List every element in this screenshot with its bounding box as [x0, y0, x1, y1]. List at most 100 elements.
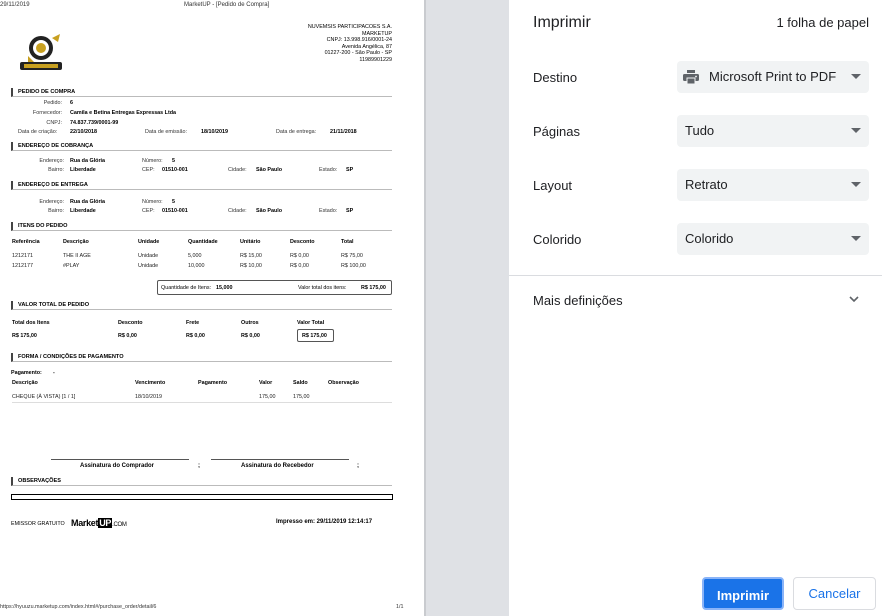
billing-numero-label: Número: [142, 158, 163, 164]
delivery-estado-value: SP [346, 208, 354, 214]
items-cell: THE II AGE [63, 253, 91, 259]
items-cell: 5,000 [188, 253, 202, 259]
totals-value: R$ 0,00 [241, 333, 260, 339]
signature-separator: ; [198, 463, 200, 469]
section-billing: ENDEREÇO DE COBRANÇA [11, 142, 392, 151]
grand-total-value: R$ 175,00 [302, 333, 327, 339]
items-cell: R$ 10,00 [240, 263, 262, 269]
page-header-title: MarketUP - [Pedido de Compra] [184, 2, 270, 8]
totals-header: Valor Total [297, 320, 325, 326]
cnpj-value: 74.837.739/0001-99 [70, 120, 119, 126]
items-total-label: Valor total dos itens: [298, 285, 347, 291]
totals-value: R$ 0,00 [118, 333, 137, 339]
company-city: 01227-200 - São Paulo - SP [324, 50, 392, 57]
section-payment: FORMA / CONDIÇÕES DE PAGAMENTO [11, 353, 392, 362]
emissor-label: EMISSOR GRATUITO [11, 521, 65, 527]
colorido-label: Colorido [533, 232, 582, 247]
paginas-value: Tudo [685, 123, 715, 138]
payment-header: Pagamento [198, 380, 228, 386]
delivery-cidade-label: Cidade: [228, 208, 247, 214]
items-cell: R$ 75,00 [341, 253, 363, 259]
items-cell: Unidade [138, 263, 159, 269]
company-block: NUVEMSIS PARTICIPACOES S.A. MARKETUP CNP… [308, 24, 392, 64]
billing-cidade-value: São Paulo [256, 167, 283, 173]
totals-header: Outros [241, 320, 259, 326]
payment-header: Vencimento [135, 380, 166, 386]
billing-bairro-label: Bairro: [48, 167, 64, 173]
destino-select[interactable]: Microsoft Print to PDF [677, 61, 869, 93]
footer-brand-b: UP [98, 518, 113, 528]
caret-down-icon [851, 236, 861, 241]
delivery-endereco-value: Rua da Glória [70, 199, 106, 205]
footer-brand: MarketUP.COM [71, 518, 127, 528]
fornecedor-label: Fornecedor: [32, 110, 62, 116]
items-header: Quantidade [188, 239, 218, 245]
payment-cell: 175,00 [259, 394, 276, 400]
totals-value: R$ 0,00 [186, 333, 205, 339]
payment-header: Descrição [12, 380, 38, 386]
payment-cell: CHEQUE (À VISTA) [1 / 1] [12, 394, 76, 400]
totals-header: Total dos Itens [12, 320, 50, 326]
buyer-signature-label: Assinatura do Comprador [80, 463, 155, 469]
payment-row-line [12, 402, 392, 403]
delivery-bairro-label: Bairro: [48, 208, 64, 214]
delivery-numero-label: Número: [142, 199, 163, 205]
section-observations: OBSERVAÇÕES [11, 477, 392, 486]
totals-value: R$ 175,00 [12, 333, 37, 339]
criacao-value: 22/10/2018 [70, 129, 97, 135]
colorido-select[interactable]: Colorido [677, 223, 869, 255]
company-cnpj: CNPJ: 13.998.916/0001-24 [326, 37, 392, 44]
items-cell: Unidade [138, 253, 159, 259]
company-logo [20, 34, 62, 70]
billing-endereco-label: Endereço: [39, 158, 64, 164]
items-cell: R$ 15,00 [240, 253, 262, 259]
footer-url: https://hyuuzu.marketup.com/index.html#/… [0, 604, 157, 610]
billing-cep-value: 01510-001 [162, 167, 188, 173]
layout-value: Retrato [685, 177, 728, 192]
totals-header: Desconto [118, 320, 143, 326]
cnpj-label: CNPJ: [46, 120, 62, 126]
billing-estado-label: Estado: [319, 167, 338, 173]
criacao-label: Data de criação: [18, 129, 58, 135]
pedido-label: Pedido: [43, 100, 62, 106]
destino-label: Destino [533, 70, 578, 85]
panel-title: Imprimir [533, 14, 591, 31]
billing-estado-value: SP [346, 167, 354, 173]
footer-page-number: 1/1 [396, 604, 404, 610]
paginas-label: Páginas [533, 124, 580, 139]
receiver-signature-label: Assinatura do Recebedor [241, 463, 314, 469]
items-header: Descrição [63, 239, 89, 245]
print-button[interactable]: Imprimir [702, 577, 784, 610]
footer-brand-a: Market [71, 518, 99, 528]
items-total-value: R$ 175,00 [361, 285, 386, 291]
grand-total-box: R$ 175,00 [297, 329, 334, 342]
print-preview-page: 29/11/2019 MarketUP - [Pedido de Compra]… [0, 0, 424, 616]
items-header: Desconto [290, 239, 315, 245]
billing-cidade-label: Cidade: [228, 167, 247, 173]
totals-header: Frete [186, 320, 200, 326]
items-summary-box: Quantidade de Itens: 15,000 Valor total … [157, 280, 392, 295]
items-header: Unidade [138, 239, 160, 245]
section-items: ITENS DO PEDIDO [11, 222, 392, 231]
settings-divider [509, 275, 882, 276]
paginas-select[interactable]: Tudo [677, 115, 869, 147]
items-cell: #PLAY [63, 263, 80, 269]
delivery-endereco-label: Endereço: [39, 199, 64, 205]
billing-bairro-value: Liberdade [70, 167, 96, 173]
items-cell: 1212177 [12, 263, 33, 269]
cancel-button[interactable]: Cancelar [793, 577, 876, 610]
printed-at: Impresso em: 29/11/2019 12:14:17 [276, 519, 373, 525]
chevron-down-icon[interactable] [848, 293, 860, 305]
page-header-date: 29/11/2019 [0, 2, 30, 8]
delivery-cep-label: CEP: [142, 208, 155, 214]
layout-select[interactable]: Retrato [677, 169, 869, 201]
delivery-cidade-value: São Paulo [256, 208, 283, 214]
company-brand: MARKETUP [362, 30, 392, 37]
more-settings-toggle[interactable]: Mais definições [533, 293, 623, 308]
company-street: Avenida Angélica, 87 [341, 43, 392, 50]
items-header: Referência [12, 239, 40, 245]
items-cell: R$ 100,00 [341, 263, 366, 269]
delivery-cep-value: 01510-001 [162, 208, 188, 214]
signature-separator: ; [357, 463, 359, 469]
entrega-value: 21/11/2018 [330, 129, 357, 135]
